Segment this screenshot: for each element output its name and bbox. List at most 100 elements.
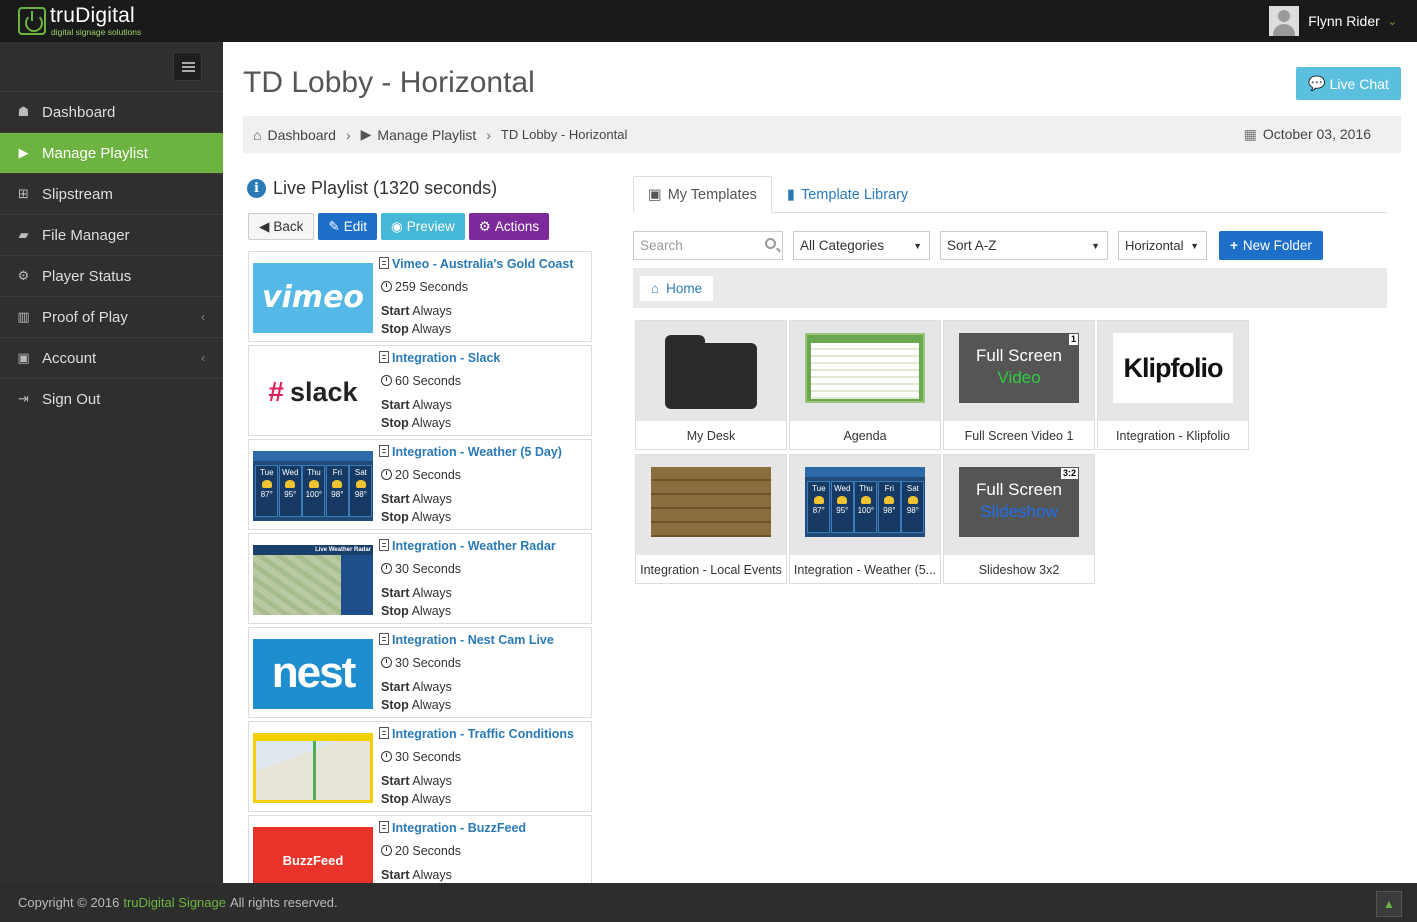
playlist-item[interactable]: nest Integration - Nest Cam Live 30 Second… [248,627,592,718]
partly-sunny-icon [884,496,895,504]
sidebar-item-label: Account [42,349,97,367]
partly-sunny-icon [907,496,918,504]
tab-template-library[interactable]: ▮ Template Library [773,176,922,213]
radar-side-panel [341,555,373,615]
playlist-item[interactable]: Live Weather Radar Integration - Weather … [248,533,592,624]
playlist-item-stop: Stop Always [381,604,451,618]
sidebar-item-file-manager[interactable]: ▰ File Manager [0,214,223,255]
breadcrumb-dashboard[interactable]: Dashboard [267,127,336,143]
live-playlist-title: Live Playlist (1320 seconds) [273,178,498,198]
playlist-item-start: Start Always [381,492,452,506]
playlist-item-thumbnail: vimeo [253,263,373,333]
template-card[interactable]: Agenda [789,320,941,450]
sidebar-item-slipstream[interactable]: ⊞ Slipstream [0,173,223,214]
briefcase-icon: ▣ [17,350,30,365]
agenda-table [811,343,919,399]
tab-my-templates[interactable]: ▣ My Templates [633,176,772,213]
search-icon [765,238,776,249]
sidebar-item-label: Slipstream [42,185,113,203]
weather-day-column: Tue 87° [255,465,279,517]
playlist-item-title[interactable]: Vimeo - Australia's Gold Coast [379,257,574,271]
sidebar-item-label: Dashboard [42,103,116,121]
stop-value: Always [411,604,452,618]
sort-select[interactable]: Sort A-Z ▼ [940,231,1108,260]
file-text-icon [379,445,389,457]
caret-down-icon: ▼ [1091,240,1100,251]
playlist-item[interactable]: # slack Integration - Slack 60 Seconds Start… [248,345,592,436]
playlist-item-title[interactable]: Integration - Weather (5 Day) [379,445,562,459]
live-chat-button[interactable]: 💬 Live Chat [1296,67,1401,100]
preview-button[interactable]: ◉ Preview [380,213,465,240]
playlist-item-title[interactable]: Integration - Nest Cam Live [379,633,554,647]
footer-brand-link[interactable]: truDigital Signage [123,895,226,910]
template-card[interactable]: Full Screen Video 1 Full Screen Video 1 [943,320,1095,450]
sidebar-item-dashboard[interactable]: ☗ Dashboard [0,91,223,132]
playlist-item[interactable]: Integration - Traffic Conditions 30 Secon… [248,721,592,812]
hamburger-line [182,62,195,64]
breadcrumb-current: TD Lobby - Horizontal [500,127,628,142]
playlist-item-thumbnail: BuzzFeed [253,827,373,883]
sidebar-item-player-status[interactable]: ⚙ Player Status [0,255,223,296]
template-card[interactable]: My Desk [635,320,787,450]
orientation-value: Horizontal [1125,238,1184,253]
playlist-item-duration: 259 Seconds [381,280,468,294]
local-events-preview [651,467,771,537]
template-card-label: Integration - Klipfolio [1116,428,1230,443]
folder-path-bar: ⌂ Home [633,268,1387,308]
playlist-item-title[interactable]: Integration - Slack [379,351,500,365]
new-folder-button[interactable]: + New Folder [1219,231,1323,260]
playlist-items: vimeo Vimeo - Australia's Gold Coast 259 S… [248,251,593,883]
menu-toggle-button[interactable] [173,52,202,81]
playlist-item[interactable]: Tue 87° Wed 95° Thu 100° Fri 98° Sat 98° Integrati… [248,439,592,530]
playlist-item-title[interactable]: Integration - Weather Radar [379,539,556,553]
brand-logo[interactable]: truDigital digital signage solutions [18,4,158,37]
playlist-item-thumbnail [253,733,373,803]
playlist-item-thumbnail: Live Weather Radar [253,545,373,615]
start-value: Always [412,868,452,882]
logo-tagline: digital signage solutions [51,27,142,37]
back-button[interactable]: ◀ Back [248,213,315,240]
cogs-icon: ⚙ [17,268,30,283]
temperature-label: 95° [836,506,849,515]
template-card[interactable]: Tue 87° Wed 95° Thu 100° Fri 98° Sat 98° Integrati… [789,454,941,584]
sidebar-item-account[interactable]: ▣ Account ‹ [0,337,223,378]
template-card-label: Slideshow 3x2 [978,562,1060,577]
start-value: Always [412,492,452,506]
playlist-item[interactable]: vimeo Vimeo - Australia's Gold Coast 259 S… [248,251,592,342]
playlist-item-title[interactable]: Integration - BuzzFeed [379,821,526,835]
template-thumbnail: Full Screen Video 1 [944,321,1094,421]
playlist-item-stop: Stop Always [381,792,451,806]
youtube-play-icon: ▶ [360,126,372,142]
orientation-select[interactable]: Horizontal ▼ [1118,231,1207,260]
category-select[interactable]: All Categories ▼ [793,231,930,260]
weather-day-column: Fri 98° [877,481,901,533]
template-card[interactable]: Klipfolio Integration - Klipfolio [1097,320,1249,450]
playlist-item-start: Start Always [381,774,452,788]
sidebar-item-manage-playlist[interactable]: ▶ Manage Playlist [0,132,223,173]
weather-day-column: Tue 87° [807,481,831,533]
sidebar-item-sign-out[interactable]: ⇥ Sign Out [0,378,223,419]
category-value: All Categories [800,238,885,253]
search-input[interactable]: Search [633,231,783,260]
playlist-item-duration: 30 Seconds [381,656,461,670]
playlist-item[interactable]: BuzzFeed Integration - BuzzFeed 20 Seconds… [248,815,592,883]
clock-icon [381,469,392,480]
briefcase-icon: ▣ [648,186,662,203]
folder-icon [665,335,757,409]
copyright-text: Copyright © 2016 [18,895,120,910]
partly-sunny-icon [332,480,343,488]
user-menu[interactable]: Flynn Rider ⌄ [1269,6,1397,36]
dashboard-icon: ☗ [17,104,30,119]
scroll-to-top-button[interactable]: ▲ [1376,891,1402,917]
breadcrumb-manage-playlist[interactable]: Manage Playlist [377,127,476,143]
home-folder-button[interactable]: ⌂ Home [640,276,714,301]
sidebar-item-proof-of-play[interactable]: ▥ Proof of Play ‹ [0,296,223,337]
weather-day-column: Sat 98° [349,465,373,517]
edit-button[interactable]: ✎ Edit [318,213,377,240]
template-card[interactable]: Full Screen Slideshow 3:2 Slideshow 3x2 [943,454,1095,584]
playlist-item-title[interactable]: Integration - Traffic Conditions [379,727,574,741]
actions-button[interactable]: ⚙ Actions [468,213,550,240]
template-card[interactable]: Integration - Local Events [635,454,787,584]
sitemap-icon: ⊞ [18,186,29,201]
template-card-label: My Desk [686,428,736,443]
